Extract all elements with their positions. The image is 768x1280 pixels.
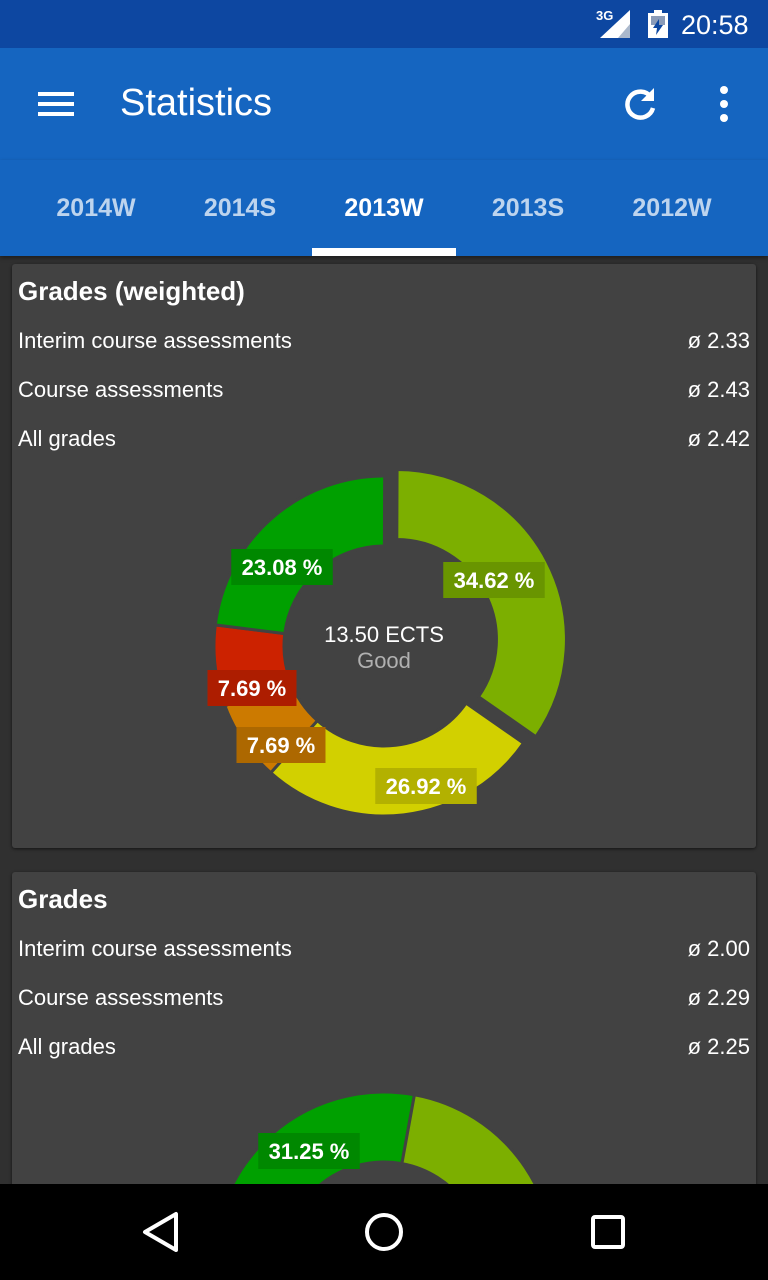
slice-label: 26.92 % [386, 774, 467, 799]
donut-slice[interactable] [395, 468, 568, 739]
network-type-label: 3G [596, 8, 614, 23]
tab-2014w[interactable]: 2014W [24, 160, 168, 256]
slice-label: 7.69 % [218, 676, 287, 701]
battery-icon [648, 10, 668, 38]
slice-label: 34.62 % [454, 568, 535, 593]
back-icon[interactable] [132, 1204, 188, 1260]
status-bar: 3G 20:58 [0, 0, 768, 48]
refresh-icon[interactable] [620, 84, 660, 124]
slice-label: 31.25 % [269, 1139, 350, 1164]
slice-label: 7.69 % [247, 733, 316, 758]
clock: 20:58 [681, 10, 749, 40]
menu-icon[interactable] [36, 88, 76, 120]
system-navigation-bar [0, 1184, 768, 1280]
donut-center-grade: Good [357, 648, 411, 673]
slice-label: 23.08 % [242, 555, 323, 580]
grades-card: Grades Interim course assessments ø 2.00… [12, 872, 756, 1202]
grades-donut-chart: 31.25 % [223, 1090, 545, 1202]
tab-2012w[interactable]: 2012W [600, 160, 744, 256]
tab-2013s[interactable]: 2013S [456, 160, 600, 256]
page-title: Statistics [120, 82, 273, 124]
weighted-grades-card: Grades (weighted) Interim course assessm… [12, 264, 756, 848]
tab-indicator [312, 248, 456, 256]
home-icon[interactable] [356, 1204, 412, 1260]
recents-icon[interactable] [580, 1204, 636, 1260]
weighted-grades-donut-chart: 34.62 % 26.92 % 7.69 % 7.69 % 23.08 % 13.50 E… [207, 468, 568, 818]
more-options-icon[interactable] [706, 84, 742, 124]
tab-2014s[interactable]: 2014S [168, 160, 312, 256]
tab-2013w[interactable]: 2013W [312, 160, 456, 256]
donut-center-ects: 13.50 ECTS [324, 622, 444, 647]
app-bar: Statistics [0, 48, 768, 160]
semester-tabs: 2014W 2014S 2013W 2013S 2012W [0, 160, 768, 256]
